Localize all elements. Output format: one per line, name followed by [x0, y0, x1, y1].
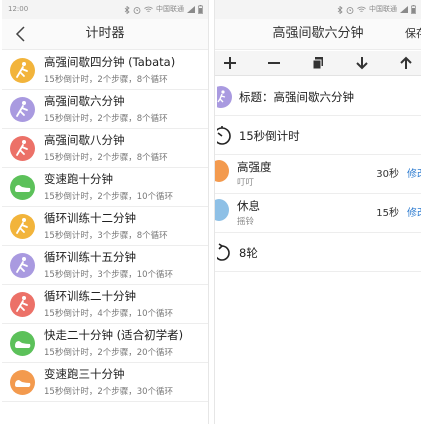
timer-list-item[interactable]: 循环训练十二分钟 15秒倒计时，3个步骤，8个循环	[2, 207, 208, 246]
running-icon	[10, 253, 35, 278]
segment-name: 休息	[237, 199, 260, 213]
timer-list-item[interactable]: 快走二十分钟 (适合初学者) 15秒倒计时，2个步骤，20个循环	[2, 324, 208, 363]
running-icon	[10, 58, 35, 83]
editor-toolbar	[215, 51, 421, 76]
stopwatch-icon	[217, 126, 231, 145]
segment-list: 高强度叮叮30秒修改休息摇铃15秒修改	[215, 155, 421, 233]
carrier-label: 中国联通	[369, 5, 397, 13]
timer-title: 循环训练十五分钟	[44, 250, 136, 264]
segment-color-dot	[215, 199, 229, 221]
timer-title: 高强间歇六分钟	[44, 94, 125, 108]
timer-list-item[interactable]: 变速跑十分钟 15秒倒计时，2个步骤，10个循环	[2, 168, 208, 207]
app-bar: 高强间歇六分钟 保存	[215, 19, 421, 50]
signal-icon	[400, 6, 408, 13]
segment-row[interactable]: 休息摇铃 15秒修改	[215, 194, 421, 233]
status-bar: 中国联通	[215, 0, 421, 19]
segment-sound: 叮叮	[237, 178, 255, 188]
timer-title: 循环训练十二分钟	[44, 211, 136, 225]
copy-step-button[interactable]	[303, 51, 333, 76]
shoe-icon	[10, 331, 35, 356]
timer-summary: 15秒倒计时，2个步骤，20个循环	[44, 348, 174, 358]
shoe-icon	[10, 370, 35, 395]
signal-icon	[187, 6, 195, 13]
timer-title: 变速跑三十分钟	[44, 367, 125, 381]
timer-title: 高强间歇八分钟	[44, 133, 125, 147]
timer-title: 高强间歇四分钟 (Tabata)	[44, 55, 176, 69]
bluetooth-icon	[124, 5, 130, 14]
app-bar: 计时器	[2, 19, 208, 50]
page-title: 高强间歇六分钟	[272, 26, 364, 41]
timer-title: 快走二十分钟 (适合初学者)	[44, 328, 184, 342]
battery-icon	[411, 5, 416, 14]
timer-summary: 15秒倒计时，2个步骤，8个循环	[44, 114, 168, 124]
repeat-icon	[217, 243, 230, 261]
wifi-icon	[357, 6, 366, 12]
countdown-text: 15秒倒计时	[239, 129, 300, 143]
segment-edit-button[interactable]: 修改	[407, 165, 421, 180]
battery-icon	[198, 5, 203, 14]
timer-summary: 15秒倒计时，2个步骤，10个循环	[44, 192, 174, 202]
running-icon	[217, 86, 232, 108]
alarm-icon	[346, 6, 354, 14]
move-up-button[interactable]	[391, 51, 421, 76]
arrow-down-icon	[356, 57, 368, 70]
status-time: 12:00	[8, 5, 29, 13]
segment-color-dot	[215, 160, 229, 182]
timer-list-screen: 12:00 中国联通 计时器 高强间歇四分钟 (Tabata) 15秒倒计时，2个…	[2, 0, 209, 424]
timer-list-item[interactable]: 高强间歇八分钟 15秒倒计时，2个步骤，8个循环	[2, 129, 208, 168]
timer-list-item[interactable]: 循环训练二十分钟 15秒倒计时，4个步骤，10个循环	[2, 285, 208, 324]
plus-icon	[224, 57, 236, 69]
segment-duration: 15秒	[376, 208, 399, 219]
timer-summary: 15秒倒计时，2个步骤，8个循环	[44, 75, 168, 85]
segment-row[interactable]: 高强度叮叮 30秒修改	[215, 155, 421, 194]
timer-title: 循环训练二十分钟	[44, 289, 136, 303]
wifi-icon	[144, 6, 153, 12]
rounds-row[interactable]: 8轮	[215, 233, 421, 272]
carrier-label: 中国联通	[156, 5, 184, 13]
timer-editor-screen: 中国联通 高强间歇六分钟 保存	[214, 0, 421, 424]
arrow-up-icon	[400, 56, 412, 69]
countdown-row[interactable]: 15秒倒计时	[215, 116, 421, 155]
title-row[interactable]: 标题：高强间歇六分钟	[215, 77, 421, 116]
status-bar: 12:00 中国联通	[2, 0, 208, 19]
segment-sound: 摇铃	[237, 217, 255, 227]
minus-icon	[268, 62, 280, 64]
bluetooth-icon	[337, 5, 343, 14]
alarm-icon	[133, 6, 141, 14]
rounds-text: 8轮	[239, 246, 258, 260]
segment-edit-button[interactable]: 修改	[407, 204, 421, 219]
timer-list-item[interactable]: 变速跑三十分钟 15秒倒计时，2个步骤，30个循环	[2, 363, 208, 402]
timer-title: 变速跑十分钟	[44, 172, 113, 186]
timer-list-item[interactable]: 循环训练十五分钟 15秒倒计时，3个步骤，10个循环	[2, 246, 208, 285]
running-icon	[10, 292, 35, 317]
remove-step-button[interactable]	[259, 51, 289, 76]
timer-summary: 15秒倒计时，3个步骤，10个循环	[44, 270, 174, 280]
timer-summary: 15秒倒计时，3个步骤，8个循环	[44, 231, 168, 241]
timer-list-item[interactable]: 高强间歇四分钟 (Tabata) 15秒倒计时，2个步骤，8个循环	[2, 51, 208, 90]
page-title: 计时器	[85, 26, 125, 41]
shoe-icon	[10, 175, 35, 200]
save-button[interactable]: 保存	[405, 19, 421, 49]
segment-name: 高强度	[237, 160, 272, 174]
move-down-button[interactable]	[347, 51, 377, 76]
editor-rows: 标题：高强间歇六分钟 15秒倒计时 高强度叮叮30秒修改休息摇铃15秒修改 8轮	[215, 77, 421, 272]
timer-summary: 15秒倒计时，4个步骤，10个循环	[44, 309, 174, 319]
timer-summary: 15秒倒计时，2个步骤，8个循环	[44, 153, 168, 163]
timer-summary: 15秒倒计时，2个步骤，30个循环	[44, 387, 174, 397]
timer-list: 高强间歇四分钟 (Tabata) 15秒倒计时，2个步骤，8个循环 高强间歇六分钟 1…	[2, 51, 208, 402]
timer-name-text: 标题：高强间歇六分钟	[239, 90, 354, 104]
running-icon	[10, 136, 35, 161]
timer-list-item[interactable]: 高强间歇六分钟 15秒倒计时，2个步骤，8个循环	[2, 90, 208, 129]
running-icon	[10, 97, 35, 122]
add-step-button[interactable]	[215, 51, 245, 76]
segment-duration: 30秒	[376, 169, 399, 180]
copy-icon	[312, 57, 323, 70]
running-icon	[10, 214, 35, 239]
